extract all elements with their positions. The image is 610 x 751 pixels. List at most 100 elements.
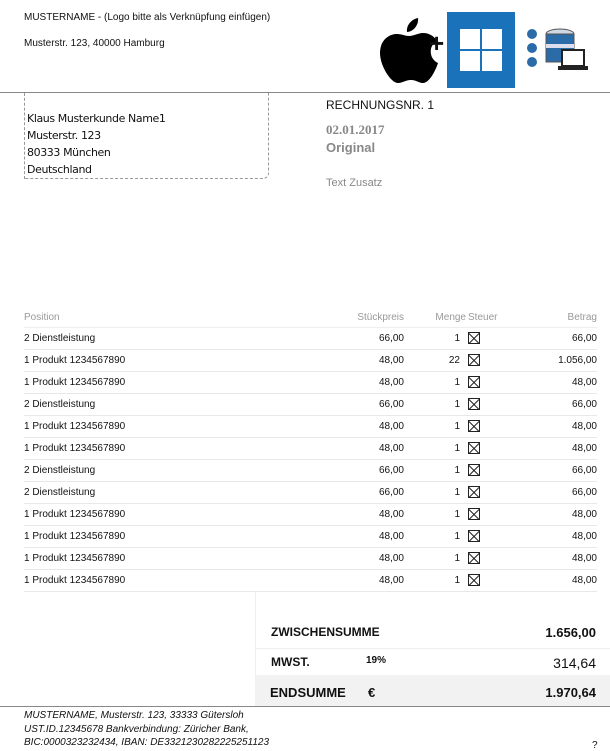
row-position: 1 Produkt 1234567890	[24, 503, 274, 526]
row-price: 48,00	[274, 415, 404, 438]
row-amount: 48,00	[516, 371, 597, 394]
windows-logo-icon	[447, 12, 515, 88]
row-amount: 48,00	[516, 503, 597, 526]
footer-line-2: UST.ID.12345678 Bankverbindung: Züricher…	[24, 724, 249, 735]
row-price: 48,00	[274, 569, 404, 592]
row-amount: 66,00	[516, 393, 597, 416]
row-position: 1 Produkt 1234567890	[24, 525, 274, 548]
total-label: ENDSUMME	[270, 685, 346, 700]
row-amount: 66,00	[516, 481, 597, 504]
table-row: 1 Produkt 1234567890 48,00 1 48,00	[24, 437, 597, 460]
row-price: 48,00	[274, 371, 404, 394]
row-position: 1 Produkt 1234567890	[24, 415, 274, 438]
row-price: 48,00	[274, 503, 404, 526]
vat-value: 314,64	[553, 655, 596, 671]
row-position: 2 Dienstleistung	[24, 459, 274, 482]
tax-checkbox-icon[interactable]	[468, 398, 480, 410]
row-price: 66,00	[274, 393, 404, 416]
row-qty: 22	[404, 349, 466, 372]
row-amount: 1.056,00	[516, 349, 597, 372]
table-row: 2 Dienstleistung 66,00 1 66,00	[24, 481, 597, 504]
invoice-date: 02.01.2017	[326, 122, 385, 137]
invoice-number: RECHNUNGSNR. 1	[326, 98, 435, 112]
row-amount: 66,00	[516, 327, 597, 350]
row-amount: 48,00	[516, 437, 597, 460]
row-position: 2 Dienstleistung	[24, 481, 274, 504]
row-price: 66,00	[274, 481, 404, 504]
invoice-copy: Original	[326, 140, 376, 155]
col-qty: Menge	[404, 309, 466, 328]
recipient-name: Klaus Musterkunde Name1	[27, 112, 166, 125]
recipient-country: Deutschland	[27, 163, 92, 176]
recipient-city: 80333 München	[27, 146, 111, 159]
tax-checkbox-icon[interactable]	[468, 464, 480, 476]
total-value: 1.970,64	[545, 685, 596, 700]
database-laptop-icon	[527, 28, 588, 70]
plus-sign: +	[429, 28, 445, 58]
table-row: 1 Produkt 1234567890 48,00 1 48,00	[24, 525, 597, 548]
row-amount: 48,00	[516, 569, 597, 592]
table-row: 2 Dienstleistung 66,00 1 66,00	[24, 393, 597, 416]
subtotal-label: ZWISCHENSUMME	[271, 625, 380, 639]
tax-checkbox-icon[interactable]	[468, 332, 480, 344]
row-qty: 1	[404, 371, 466, 394]
col-price: Stückpreis	[274, 309, 404, 328]
row-position: 1 Produkt 1234567890	[24, 371, 274, 394]
row-price: 66,00	[274, 459, 404, 482]
row-qty: 1	[404, 393, 466, 416]
tax-checkbox-icon[interactable]	[468, 508, 480, 520]
tax-checkbox-icon[interactable]	[468, 552, 480, 564]
currency: €	[368, 685, 376, 700]
row-position: 1 Produkt 1234567890	[24, 547, 274, 570]
invoice-extra-text: Text Zusatz	[326, 177, 383, 189]
table-row: 1 Produkt 1234567890 48,00 1 48,00	[24, 503, 597, 526]
row-position: 2 Dienstleistung	[24, 393, 274, 416]
tax-checkbox-icon[interactable]	[468, 376, 480, 388]
col-amount: Betrag	[516, 309, 597, 328]
row-price: 66,00	[274, 327, 404, 350]
row-qty: 1	[404, 481, 466, 504]
row-qty: 1	[404, 547, 466, 570]
table-row: 1 Produkt 1234567890 48,00 1 48,00	[24, 547, 597, 570]
row-qty: 1	[404, 503, 466, 526]
row-qty: 1	[404, 525, 466, 548]
row-amount: 48,00	[516, 525, 597, 548]
row-qty: 1	[404, 415, 466, 438]
table-row: 1 Produkt 1234567890 48,00 1 48,00	[24, 371, 597, 394]
row-position: 1 Produkt 1234567890	[24, 349, 274, 372]
footer-line-3: BIC:0000323232434, IBAN: DE3321230282225…	[24, 737, 270, 748]
col-tax: Steuer	[466, 309, 516, 328]
table-row: 1 Produkt 1234567890 48,00 22 1.056,00	[24, 349, 597, 372]
tax-checkbox-icon[interactable]	[468, 530, 480, 542]
row-position: 1 Produkt 1234567890	[24, 569, 274, 592]
row-price: 48,00	[274, 349, 404, 372]
tax-checkbox-icon[interactable]	[468, 420, 480, 432]
page-number: ?	[592, 740, 598, 751]
sender-name: MUSTERNAME - (Logo bitte als Verknüpfung…	[24, 12, 271, 23]
items-table: Position Stückpreis Menge Steuer Betrag …	[24, 309, 597, 592]
row-amount: 48,00	[516, 415, 597, 438]
row-qty: 1	[404, 327, 466, 350]
total-row: ENDSUMME € 1.970,64	[255, 675, 610, 706]
tax-checkbox-icon[interactable]	[468, 574, 480, 586]
vat-label: MWST.	[271, 655, 310, 669]
sender-address: Musterstr. 123, 40000 Hamburg	[24, 38, 165, 49]
row-qty: 1	[404, 459, 466, 482]
row-price: 48,00	[274, 437, 404, 460]
tax-checkbox-icon[interactable]	[468, 486, 480, 498]
recipient-street: Musterstr. 123	[27, 129, 101, 142]
row-position: 1 Produkt 1234567890	[24, 437, 274, 460]
footer-divider	[0, 706, 610, 707]
col-position: Position	[24, 309, 274, 328]
tax-checkbox-icon[interactable]	[468, 442, 480, 454]
tax-checkbox-icon[interactable]	[468, 354, 480, 366]
row-qty: 1	[404, 437, 466, 460]
table-row: 2 Dienstleistung 66,00 1 66,00	[24, 459, 597, 482]
row-amount: 48,00	[516, 547, 597, 570]
row-amount: 66,00	[516, 459, 597, 482]
table-row: 1 Produkt 1234567890 48,00 1 48,00	[24, 569, 597, 592]
footer-line-1: MUSTERNAME, Musterstr. 123, 33333 Güters…	[24, 710, 244, 721]
subtotal-value: 1.656,00	[545, 625, 596, 640]
row-price: 48,00	[274, 547, 404, 570]
row-position: 2 Dienstleistung	[24, 327, 274, 350]
